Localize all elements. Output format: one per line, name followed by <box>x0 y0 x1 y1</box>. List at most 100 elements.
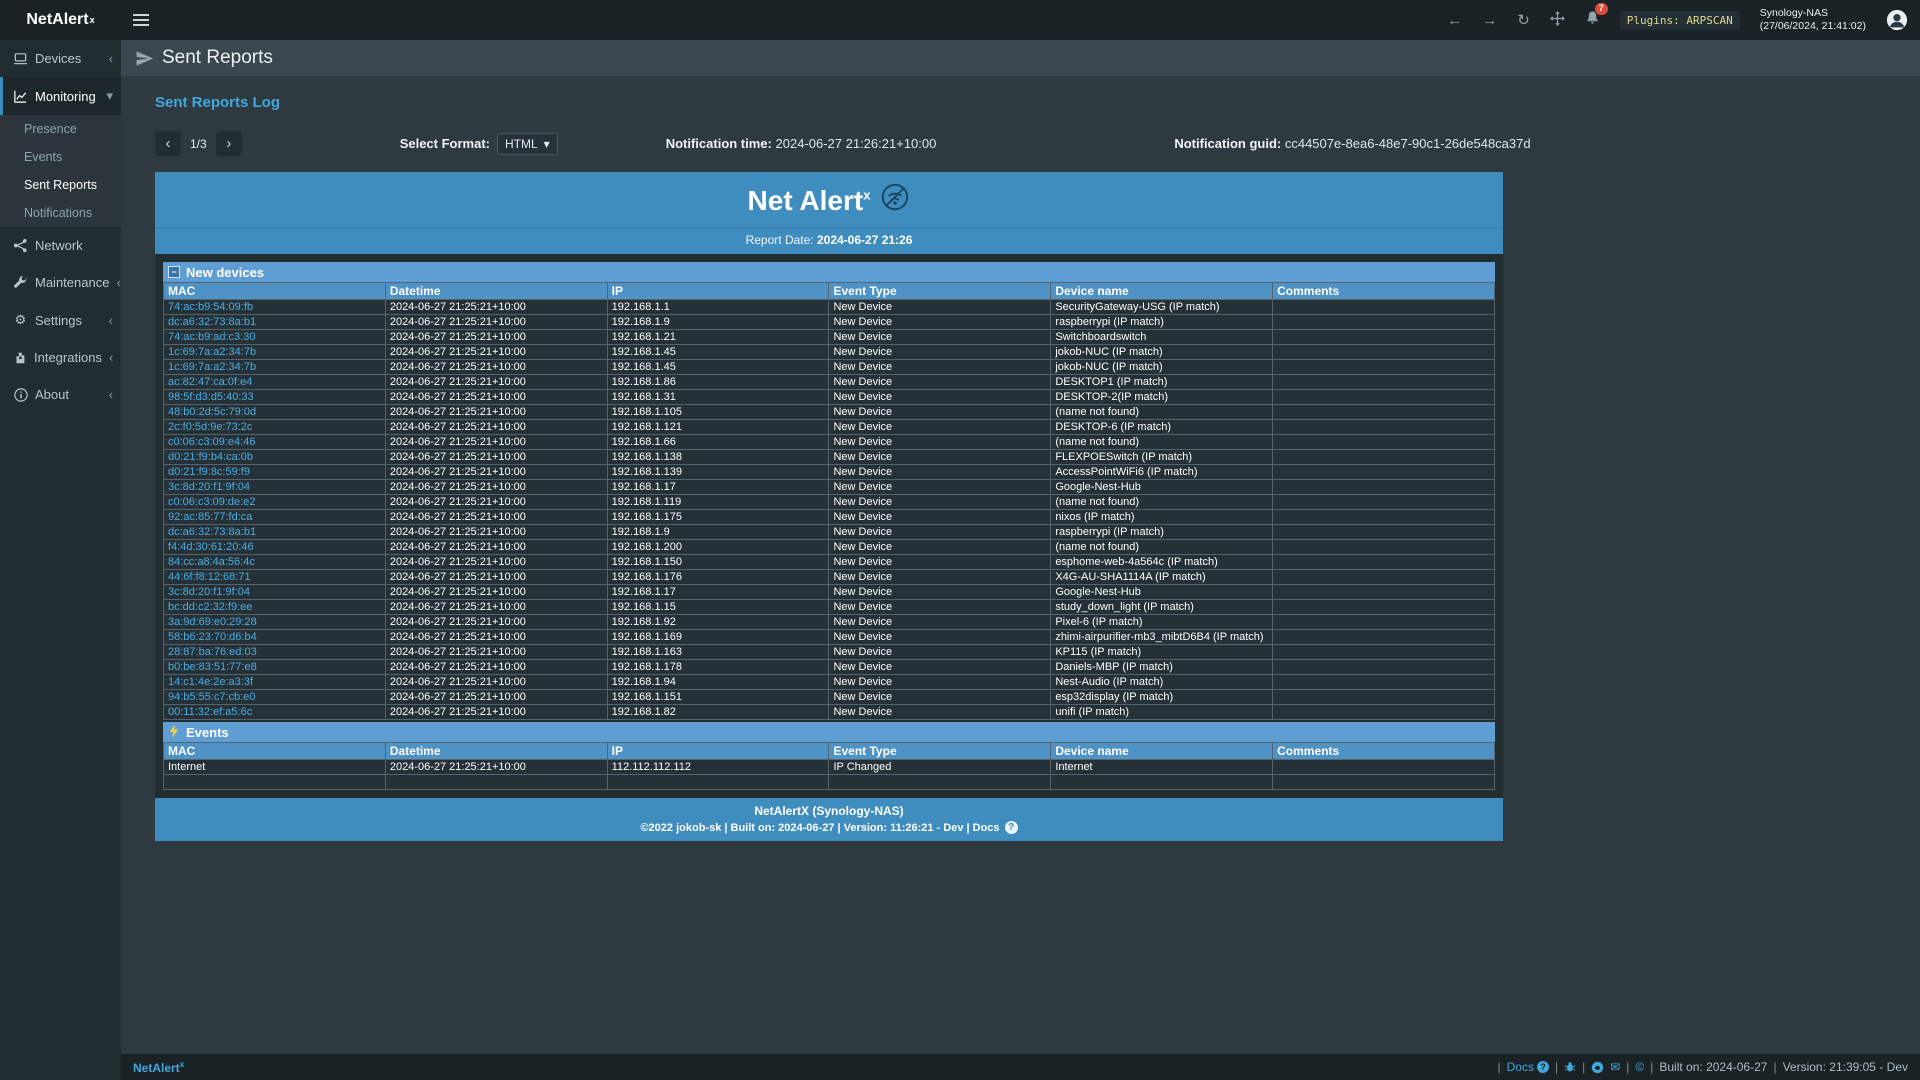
comments-cell <box>1273 645 1495 660</box>
mac-cell[interactable]: bc:dd:c2:32:f9:ee <box>164 600 386 615</box>
app-logo[interactable]: NetAlertx <box>0 0 121 40</box>
mac-cell[interactable]: c0:06:c3:09:de:e2 <box>164 495 386 510</box>
ip-cell: 192.168.1.169 <box>607 630 829 645</box>
github-icon[interactable] <box>1591 1061 1604 1074</box>
content-header: Sent Reports <box>121 40 1920 76</box>
mac-cell[interactable]: 1c:69:7a:a2:34:7b <box>164 345 386 360</box>
user-avatar[interactable] <box>1886 9 1908 31</box>
table-row: 58:b6:23:70:d6:b42024-06-27 21:25:21+10:… <box>164 630 1495 645</box>
sidebar-item-events[interactable]: Events <box>0 143 121 171</box>
mac-cell[interactable]: dc:a6:32:73:8a:b1 <box>164 315 386 330</box>
forward-icon[interactable]: → <box>1482 13 1497 28</box>
table-row: d0:21:f9:b4:ca:0b2024-06-27 21:25:21+10:… <box>164 450 1495 465</box>
mac-cell[interactable]: 94:b5:55:c7:cb:e0 <box>164 690 386 705</box>
sidebar-item-monitoring[interactable]: Monitoring ▾ <box>0 77 121 115</box>
next-page-button[interactable]: › <box>216 131 242 156</box>
mac-cell[interactable]: d0:21:f9:b4:ca:0b <box>164 450 386 465</box>
mac-cell[interactable]: f4:4d:30:61:20:46 <box>164 540 386 555</box>
datetime-cell: 2024-06-27 21:25:21+10:00 <box>385 435 607 450</box>
table-row: 00:11:32:ef:a5:6c2024-06-27 21:25:21+10:… <box>164 705 1495 720</box>
sidebar-item-settings[interactable]: ⚙ Settings ‹ <box>0 301 121 339</box>
mac-cell[interactable]: 3c:8d:20:f1:9f:04 <box>164 585 386 600</box>
copyright-icon[interactable]: © <box>1635 1060 1644 1074</box>
event_type-cell: New Device <box>829 465 1051 480</box>
column-header: IP <box>607 743 829 760</box>
table-header-row: MACDatetimeIPEvent TypeDevice nameCommen… <box>164 743 1495 760</box>
datetime-cell: 2024-06-27 21:25:21+10:00 <box>385 630 607 645</box>
mac-cell[interactable]: d0:21:f9:8c:59:f9 <box>164 465 386 480</box>
collapse-icon[interactable]: − <box>168 266 180 278</box>
sidebar-item-about[interactable]: About ‹ <box>0 376 121 413</box>
sidebar-item-integrations[interactable]: Integrations ‹ <box>0 339 121 376</box>
refresh-icon[interactable]: ↻ <box>1517 13 1530 28</box>
event_type-cell: New Device <box>829 420 1051 435</box>
prev-page-button[interactable]: ‹ <box>155 131 181 156</box>
device_name-cell: esphome-web-4a564c (IP match) <box>1051 555 1273 570</box>
table-row: 94:b5:55:c7:cb:e02024-06-27 21:25:21+10:… <box>164 690 1495 705</box>
mac-cell[interactable]: 44:6f:f8:12:68:71 <box>164 570 386 585</box>
mac-cell[interactable]: 74:ac:b9:54:09:fb <box>164 300 386 315</box>
mac-cell[interactable]: 92:ac:85:77:fd:ca <box>164 510 386 525</box>
mac-cell[interactable]: b0:be:83:51:77:e8 <box>164 660 386 675</box>
mac-cell[interactable]: 98:5f:d3:d5:40:33 <box>164 390 386 405</box>
question-circle-icon[interactable]: ? <box>1005 821 1018 834</box>
main-area: Sent Reports Sent Reports Log ‹ 1/3 › Se… <box>121 40 1920 1080</box>
event_type-cell: New Device <box>829 660 1051 675</box>
format-group: Select Format: HTML ▾ <box>400 133 558 155</box>
datetime-cell: 2024-06-27 21:25:21+10:00 <box>385 555 607 570</box>
sidebar-item-network[interactable]: Network <box>0 227 121 264</box>
format-select[interactable]: HTML ▾ <box>497 133 558 155</box>
page-indicator: 1/3 <box>190 137 207 151</box>
mac-cell[interactable]: 84:cc:a8:4a:56:4c <box>164 555 386 570</box>
sidebar-item-maintenance[interactable]: Maintenance ‹ <box>0 264 121 301</box>
sidebar-item-devices[interactable]: Devices ‹ <box>0 40 121 77</box>
table-row: 74:ac:b9:54:09:fb2024-06-27 21:25:21+10:… <box>164 300 1495 315</box>
mac-cell[interactable]: 74:ac:b9:ad:c3:30 <box>164 330 386 345</box>
mac-cell[interactable]: 3a:9d:69:e0:29:28 <box>164 615 386 630</box>
mac-cell[interactable]: 1c:69:7a:a2:34:7b <box>164 360 386 375</box>
event_type-cell: New Device <box>829 510 1051 525</box>
mac-cell[interactable]: 58:b6:23:70:d6:b4 <box>164 630 386 645</box>
mac-cell[interactable]: 28:87:ba:76:ed:03 <box>164 645 386 660</box>
network-icon <box>13 238 28 253</box>
ip-cell: 192.168.1.176 <box>607 570 829 585</box>
mac-cell[interactable]: 48:b0:2d:5c:79:0d <box>164 405 386 420</box>
notifications-bell[interactable]: 7 <box>1585 10 1600 30</box>
mac-cell[interactable]: 14:c1:4e:2e:a3:3f <box>164 675 386 690</box>
back-icon[interactable]: ← <box>1447 13 1462 28</box>
ip-cell: 192.168.1.92 <box>607 615 829 630</box>
device_name-cell: nixos (IP match) <box>1051 510 1273 525</box>
device_name-cell: DESKTOP-6 (IP match) <box>1051 420 1273 435</box>
event_type-cell: New Device <box>829 525 1051 540</box>
comments-cell <box>1273 435 1495 450</box>
bug-report-icon[interactable] <box>1564 1061 1576 1073</box>
mac-cell: Internet <box>164 760 386 775</box>
datetime-cell: 2024-06-27 21:25:21+10:00 <box>385 645 607 660</box>
mac-cell[interactable]: dc:a6:32:73:8a:b1 <box>164 525 386 540</box>
device_name-cell: AccessPointWiFi6 (IP match) <box>1051 465 1273 480</box>
mac-cell[interactable]: 3c:8d:20:f1:9f:04 <box>164 480 386 495</box>
table-row: 28:87:ba:76:ed:032024-06-27 21:25:21+10:… <box>164 645 1495 660</box>
sent-reports-log-link[interactable]: Sent Reports Log <box>155 94 1920 111</box>
footer-brand-link[interactable]: NetAlertx <box>133 1060 184 1075</box>
docs-link[interactable]: Docs ? <box>1507 1060 1549 1074</box>
mac-cell[interactable]: 2c:f0:5d:9e:73:2c <box>164 420 386 435</box>
mail-icon[interactable]: ✉ <box>1610 1060 1620 1074</box>
ip-cell: 192.168.1.105 <box>607 405 829 420</box>
sidebar-item-sent-reports[interactable]: Sent Reports <box>0 171 121 199</box>
footer-right: | Docs ? | | ✉ | © | Built on: 2024-06-2… <box>1498 1060 1909 1074</box>
mac-cell[interactable]: 00:11:32:ef:a5:6c <box>164 705 386 720</box>
ip-cell: 192.168.1.163 <box>607 645 829 660</box>
sidebar-toggle-button[interactable] <box>121 0 161 40</box>
sidebar-item-notifications[interactable]: Notifications <box>0 199 121 227</box>
ip-cell: 192.168.1.21 <box>607 330 829 345</box>
plugins-badge[interactable]: Plugins: ARPSCAN <box>1620 11 1740 30</box>
event_type-cell: New Device <box>829 555 1051 570</box>
mac-cell[interactable]: c0:06:c3:09:e4:46 <box>164 435 386 450</box>
content-body: Sent Reports Log ‹ 1/3 › Select Format: … <box>121 76 1920 1054</box>
move-icon[interactable] <box>1550 11 1565 29</box>
sidebar-item-label: Maintenance <box>35 275 109 290</box>
mac-cell[interactable]: ac:82:47:ca:0f:e4 <box>164 375 386 390</box>
sidebar-item-presence[interactable]: Presence <box>0 115 121 143</box>
event_type-cell: New Device <box>829 675 1051 690</box>
